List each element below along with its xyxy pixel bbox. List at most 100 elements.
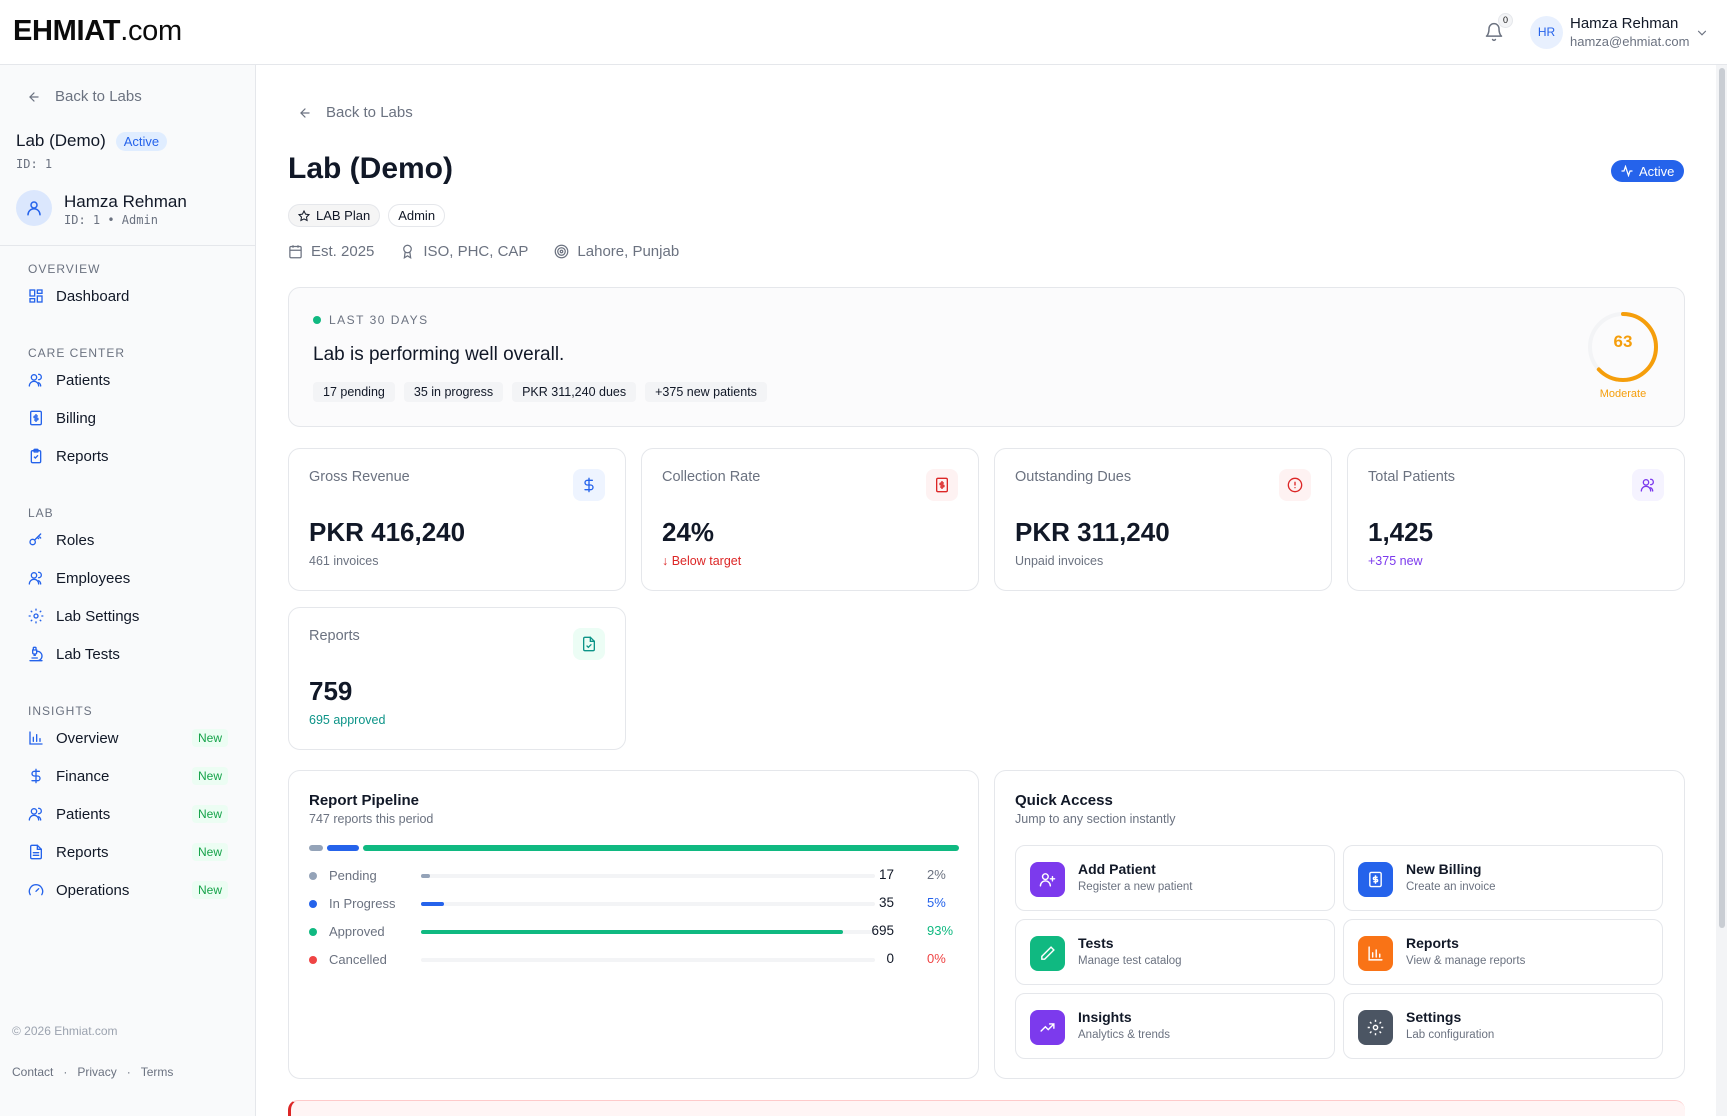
stat-label: Collection Rate [662,469,761,485]
quick-item-title: Insights [1078,1009,1132,1025]
footer-terms-link[interactable]: Terms [141,1065,174,1079]
chevron-down-icon[interactable] [1695,26,1709,40]
bar-chart-icon [29,731,43,745]
stat-value: 1,425 [1368,517,1434,547]
sidebar-item-insights-overview[interactable]: Overview New [28,725,228,751]
pipeline-progress-fill [421,902,444,906]
stat-label: Gross Revenue [309,469,410,485]
footer-privacy-link[interactable]: Privacy [77,1065,116,1079]
activity-icon [1621,165,1633,177]
quick-item-sub: Manage test catalog [1078,955,1182,967]
stat-card-collection-rate[interactable]: Collection Rate 24% ↓ Below target [641,448,979,591]
sidebar-item-dashboard[interactable]: Dashboard [28,283,228,309]
quick-new-billing[interactable]: New Billing Create an invoice [1343,845,1663,911]
gauge-icon [28,884,44,896]
pipeline-count: 695 [871,923,894,938]
stat-label: Outstanding Dues [1015,469,1132,485]
quick-settings[interactable]: Settings Lab configuration [1343,993,1663,1059]
sidebar-item-billing[interactable]: Billing [28,405,228,431]
status-dot [313,316,321,324]
quick-access-card: Quick Access Jump to any section instant… [994,770,1685,1079]
pipeline-percent: 5% [927,895,946,910]
sidebar-item-patients[interactable]: Patients [28,367,228,393]
footer-contact-link[interactable]: Contact [12,1065,53,1079]
sidebar-item-insights-operations[interactable]: Operations New [28,877,228,903]
pipeline-percent: 2% [927,867,946,882]
stat-sub: ↓ Below target [662,554,742,568]
gear-icon [1358,1010,1393,1045]
section-insights: INSIGHTS [28,704,93,718]
calendar-icon [289,245,302,259]
sidebar-item-lab-tests[interactable]: Lab Tests [28,641,228,667]
quick-add-patient[interactable]: Add Patient Register a new patient [1015,845,1335,911]
sidebar-back-to-labs[interactable]: Back to Labs [27,88,142,105]
quick-insights[interactable]: Insights Analytics & trends [1015,993,1335,1059]
stat-value: 759 [309,676,353,706]
stat-card-gross-revenue[interactable]: Gross Revenue PKR 416,240 461 invoices [288,448,626,591]
logo[interactable]: EHMIAT.com [13,15,182,48]
sidebar-item-employees[interactable]: Employees [28,565,228,591]
sidebar-item-roles[interactable]: Roles [28,527,228,553]
new-badge: New [191,881,228,899]
pipeline-count: 0 [886,951,894,966]
arrow-left-icon [300,107,310,118]
quick-item-title: Reports [1406,935,1459,951]
stat-value: 24% [662,517,715,547]
health-score-label: Moderate [1599,388,1647,400]
pipeline-status-name: In Progress [329,896,396,911]
pipeline-progress-fill [421,874,431,878]
status-dot [309,872,317,880]
award-icon [403,244,413,259]
stat-sub: 461 invoices [309,554,379,568]
pipeline-row-cancelled: Cancelled 0 0% [309,951,959,969]
user-avatar[interactable]: HR [1530,16,1563,49]
stat-label: Total Patients [1368,469,1456,485]
quick-item-sub: Lab configuration [1406,1029,1495,1041]
established-meta: Est. 2025 [288,243,374,260]
quick-item-title: Settings [1406,1009,1462,1025]
quick-reports[interactable]: Reports View & manage reports [1343,919,1663,985]
pipeline-count: 17 [878,867,894,882]
scrollbar-thumb[interactable] [1719,68,1725,928]
trending-up-icon [1030,1010,1065,1045]
pipeline-status-name: Approved [329,924,385,939]
panel-title: Quick Access [1015,792,1113,809]
lab-meta: Est. 2025 ISO, PHC, CAP Lahore, Punjab [288,243,679,260]
user-menu-name[interactable]: Hamza Rehman [1570,15,1678,32]
quick-tests[interactable]: Tests Manage test catalog [1015,919,1335,985]
sidebar-item-insights-reports[interactable]: Reports New [28,839,228,865]
stat-card-outstanding-dues[interactable]: Outstanding Dues PKR 311,240 Unpaid invo… [994,448,1332,591]
sidebar-item-insights-patients[interactable]: Patients New [28,801,228,827]
back-to-labs-link[interactable]: Back to Labs [298,104,413,121]
sidebar-item-lab-settings[interactable]: Lab Settings [28,603,228,629]
users-icon [28,571,42,585]
sidebar-item-reports[interactable]: Reports [28,443,228,469]
new-badge: New [191,729,228,747]
summary-period: LAST 30 DAYS [313,313,429,327]
pipeline-row-approved: Approved 695 93% [309,923,959,941]
lab-tags: LAB Plan Admin [288,204,446,227]
quick-item-title: New Billing [1406,861,1482,877]
panel-subtitle: 747 reports this period [309,812,434,826]
status-badge: Active [1611,160,1685,182]
key-icon [29,533,42,546]
sidebar-item-insights-finance[interactable]: Finance New [28,763,228,789]
user-plus-icon [1030,862,1065,897]
stat-value: PKR 311,240 [1015,517,1170,547]
sidebar-lab-title: Lab (Demo) [16,131,106,150]
bar-chart-icon [1358,936,1393,971]
footer-copyright: © 2026 Ehmiat.com [12,1024,118,1038]
pipeline-status-name: Cancelled [329,952,387,967]
pencil-icon [1030,936,1065,971]
divider [0,245,255,246]
sidebar-lab-id: ID: 1 [16,157,53,171]
dollar-icon [31,768,41,784]
quick-item-title: Add Patient [1078,861,1156,877]
stacked-segment-pending [309,845,323,851]
stat-card-total-patients[interactable]: Total Patients 1,425 +375 new [1347,448,1685,591]
status-dot [309,928,317,936]
stat-card-reports[interactable]: Reports 759 695 approved [288,607,626,750]
page-title: Lab (Demo) [288,152,453,185]
receipt-icon [926,469,958,501]
pipeline-percent: 93% [927,923,954,938]
